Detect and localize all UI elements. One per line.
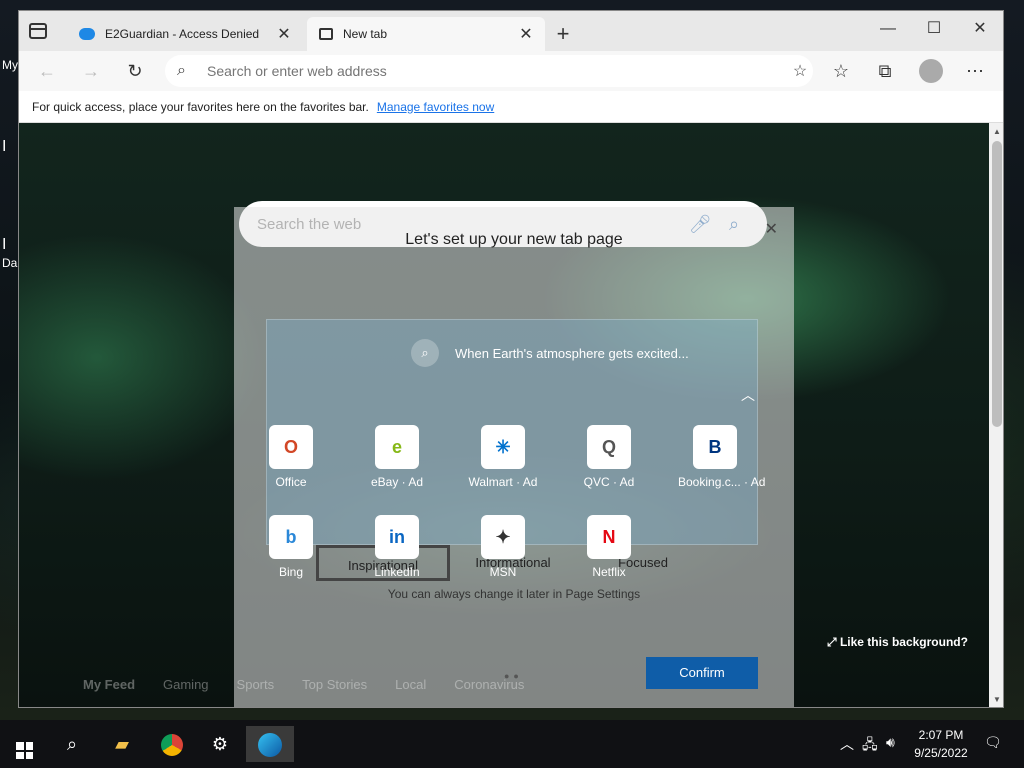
dialog-note: You can always change it later in Page S… bbox=[387, 587, 641, 601]
scroll-thumb[interactable] bbox=[992, 141, 1002, 427]
notification-icon[interactable]: 🗨︎ bbox=[984, 734, 1002, 751]
close-icon[interactable]: ✕ bbox=[765, 219, 778, 239]
file-explorer-icon[interactable]: ▰ bbox=[98, 726, 146, 762]
time: 2:07 PM bbox=[918, 728, 964, 742]
quick-link-label: Booking.c... · Ad bbox=[678, 475, 766, 489]
quick-link-icon: ✳ bbox=[481, 425, 525, 469]
quick-link-tile[interactable]: B Booking.c... · Ad bbox=[678, 425, 766, 489]
tab-actions-icon[interactable] bbox=[29, 23, 47, 39]
headline-text: When Earth's atmosphere gets excited... bbox=[455, 345, 689, 361]
tab-strip: E2Guardian - Access Denied ✕ New tab ✕ +… bbox=[19, 11, 1003, 51]
quick-link-tile[interactable]: O Office bbox=[254, 425, 328, 489]
feed-tab[interactable]: My Feed bbox=[83, 677, 135, 692]
quick-link-label: Bing bbox=[278, 565, 304, 579]
desktop-icon-label[interactable]: My bbox=[2, 58, 18, 72]
taskbar: ⌕ ▰ ⚙ ︿ 🖧︎ 🔊︎ 2:07 PM 9/25/2022 🗨︎ bbox=[0, 720, 1024, 768]
confirm-button[interactable]: Confirm bbox=[646, 657, 758, 689]
profile-avatar[interactable] bbox=[919, 59, 943, 83]
like-background-link[interactable]: ⤢ Like this background? bbox=[827, 635, 968, 650]
scrollbar[interactable]: ▲ ▼ bbox=[989, 123, 1003, 707]
quick-link-icon: e bbox=[375, 425, 419, 469]
dialog-title: Let's set up your new tab page bbox=[405, 231, 623, 248]
desktop-icon-label[interactable]: Da bbox=[2, 256, 17, 270]
new-tab-page-icon bbox=[319, 28, 333, 40]
minimize-button[interactable]: — bbox=[865, 15, 911, 43]
feed-tabs: My Feed Gaming Sports Top Stories Local … bbox=[83, 677, 524, 692]
tab-title: New tab bbox=[343, 27, 388, 41]
edge-icon[interactable] bbox=[246, 726, 294, 762]
like-background-text: Like this background? bbox=[839, 635, 968, 649]
collections-icon[interactable]: ⧉ bbox=[873, 59, 897, 83]
tab-e2guardian[interactable]: E2Guardian - Access Denied ✕ bbox=[67, 17, 303, 51]
cloud-icon bbox=[79, 28, 95, 40]
desktop-icon-label[interactable]: I bbox=[2, 138, 6, 156]
chrome-icon[interactable] bbox=[148, 726, 196, 762]
tab-title: E2Guardian - Access Denied bbox=[105, 27, 260, 41]
chevron-up-icon[interactable]: ︿ bbox=[840, 734, 854, 754]
quick-link-label: QVC · Ad bbox=[583, 475, 635, 489]
quick-link-label: Walmart · Ad bbox=[468, 475, 538, 489]
quick-link-icon: b bbox=[269, 515, 313, 559]
toolbar: ← → ↻ ⌕ ☆ ☆ ⧉ ⋯ bbox=[19, 51, 1003, 91]
scroll-up-icon[interactable]: ▲ bbox=[989, 127, 1003, 136]
browser-window: E2Guardian - Access Denied ✕ New tab ✕ +… bbox=[18, 10, 1004, 708]
quick-link-icon: N bbox=[587, 515, 631, 559]
add-favorite-icon[interactable]: ☆ bbox=[787, 61, 813, 81]
quick-link-icon: ✦ bbox=[481, 515, 525, 559]
quick-link-icon: Q bbox=[587, 425, 631, 469]
volume-icon[interactable]: 🔊︎ bbox=[886, 734, 895, 751]
new-tab-button[interactable]: + bbox=[553, 21, 573, 47]
quick-link-icon: B bbox=[693, 425, 737, 469]
quick-link-tile[interactable]: e eBay · Ad bbox=[360, 425, 434, 489]
favorites-bar: For quick access, place your favorites h… bbox=[19, 91, 1003, 123]
quick-link-label: eBay · Ad bbox=[370, 475, 424, 489]
manage-favorites-link[interactable]: Manage favorites now bbox=[377, 100, 494, 114]
quick-link-label: LinkedIn bbox=[374, 565, 420, 579]
close-tab-icon[interactable]: ✕ bbox=[277, 24, 291, 44]
quick-link-tile[interactable]: in LinkedIn bbox=[360, 515, 434, 579]
quick-link-icon: in bbox=[375, 515, 419, 559]
feed-tab[interactable]: Sports bbox=[237, 677, 275, 692]
favbar-text: For quick access, place your favorites h… bbox=[32, 99, 369, 114]
search-icon: ⌕ bbox=[411, 339, 439, 367]
quick-link-tile[interactable]: N Netflix bbox=[572, 515, 646, 579]
desktop-icon-label[interactable]: I bbox=[2, 236, 6, 254]
new-tab-content: 🎤︎ ⌕ Let's set up your new tab page ✕ In… bbox=[19, 123, 989, 707]
quick-link-label: MSN bbox=[489, 565, 517, 579]
quick-link-label: Netflix bbox=[592, 565, 626, 579]
scroll-down-icon[interactable]: ▼ bbox=[989, 695, 1003, 704]
date: 9/25/2022 bbox=[914, 746, 968, 760]
close-tab-icon[interactable]: ✕ bbox=[519, 24, 533, 44]
clock[interactable]: 2:07 PM 9/25/2022 bbox=[904, 726, 978, 762]
background-headline[interactable]: ⌕ When Earth's atmosphere gets excited..… bbox=[411, 339, 689, 367]
feed-tab[interactable]: Gaming bbox=[163, 677, 209, 692]
search-icon: ⌕ bbox=[177, 62, 186, 79]
tab-new-tab[interactable]: New tab ✕ bbox=[307, 17, 545, 51]
windows-icon bbox=[16, 742, 33, 759]
network-icon[interactable]: 🖧︎ bbox=[862, 734, 878, 758]
quick-link-label: Office bbox=[275, 475, 307, 489]
address-bar[interactable]: ⌕ ☆ bbox=[165, 55, 813, 87]
forward-arrow-icon[interactable]: → bbox=[79, 59, 103, 83]
settings-gear-icon[interactable]: ⚙ bbox=[196, 726, 244, 762]
quick-link-tile[interactable]: ✳ Walmart · Ad bbox=[466, 425, 540, 489]
chevron-up-icon[interactable]: ︿ bbox=[741, 385, 755, 405]
more-options-icon[interactable]: ⋯ bbox=[963, 59, 987, 83]
refresh-icon[interactable]: ↻ bbox=[123, 59, 147, 83]
feed-tab[interactable]: Local bbox=[395, 677, 426, 692]
quick-link-tile[interactable]: Q QVC · Ad bbox=[572, 425, 646, 489]
quick-link-icon: O bbox=[269, 425, 313, 469]
feed-tab[interactable]: Coronavirus bbox=[454, 677, 524, 692]
address-input[interactable] bbox=[205, 62, 787, 80]
start-button[interactable] bbox=[0, 726, 48, 762]
favorites-icon[interactable]: ☆ bbox=[829, 59, 853, 83]
search-icon[interactable]: ⌕ bbox=[48, 726, 96, 762]
feed-tab[interactable]: Top Stories bbox=[302, 677, 367, 692]
quick-link-tile[interactable]: ✦ MSN bbox=[466, 515, 540, 579]
maximize-button[interactable]: ☐ bbox=[911, 15, 957, 43]
back-arrow-icon[interactable]: ← bbox=[35, 59, 59, 83]
close-window-button[interactable]: ✕ bbox=[957, 15, 1003, 43]
quick-link-tile[interactable]: b Bing bbox=[254, 515, 328, 579]
